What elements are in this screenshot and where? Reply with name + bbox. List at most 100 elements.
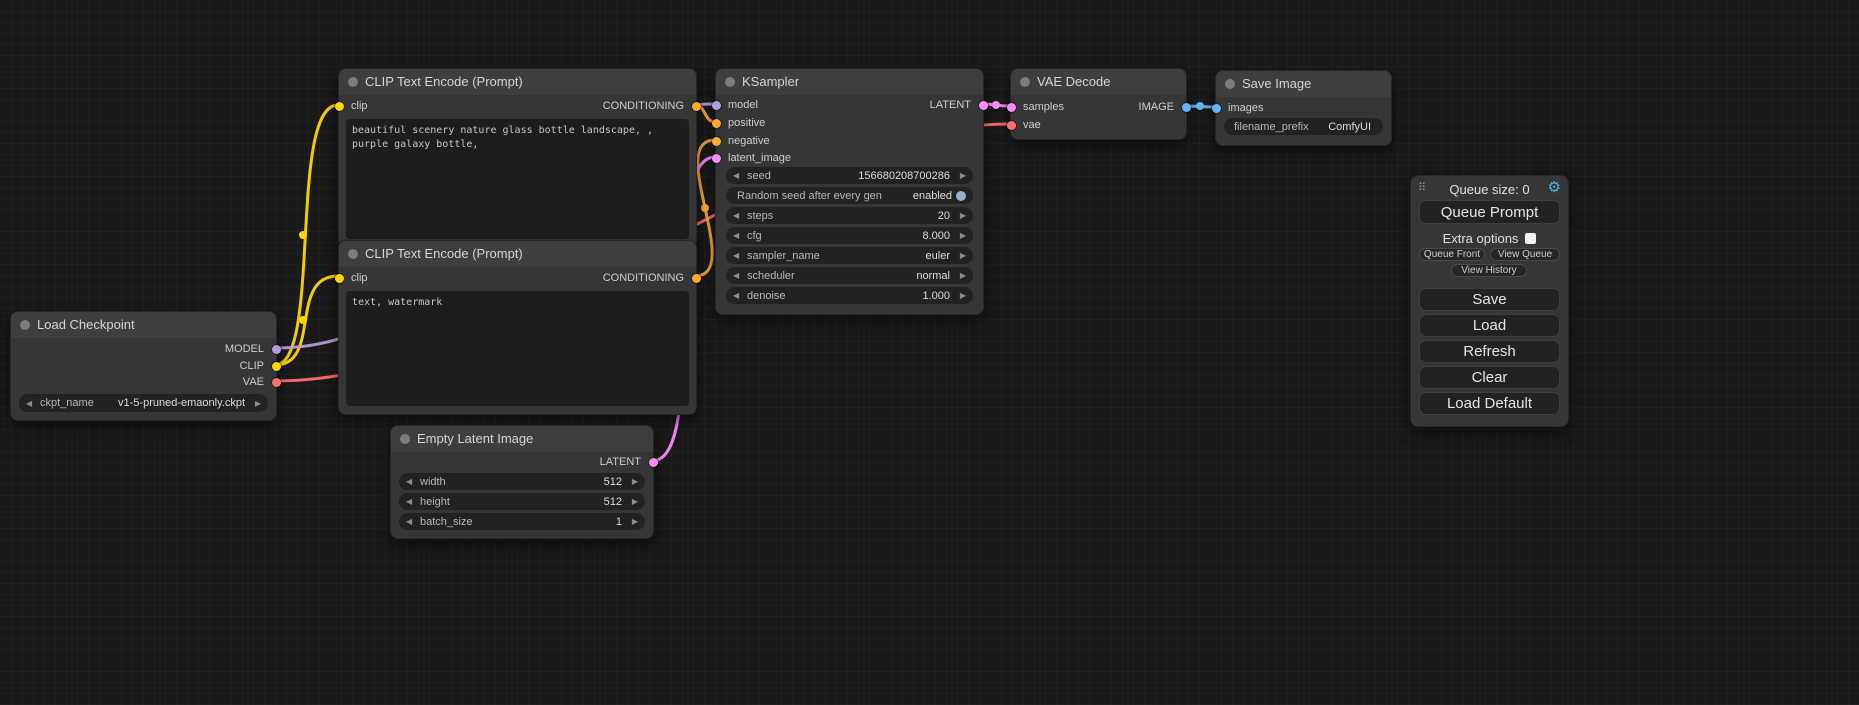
- node-load-checkpoint[interactable]: Load Checkpoint MODEL CLIP VAE ◀ ckpt_na…: [10, 311, 277, 421]
- decrement-arrow-icon[interactable]: ◀: [733, 227, 744, 244]
- decrement-arrow-icon[interactable]: ◀: [406, 473, 417, 490]
- widget-value: 8.000: [762, 230, 950, 242]
- input-slot-positive[interactable]: [712, 119, 721, 128]
- decrement-arrow-icon[interactable]: ◀: [406, 513, 417, 530]
- increment-arrow-icon[interactable]: ▶: [250, 395, 261, 412]
- node-clip-text-encode-positive[interactable]: CLIP Text Encode (Prompt) clip CONDITION…: [338, 68, 697, 248]
- increment-arrow-icon[interactable]: ▶: [955, 207, 966, 224]
- refresh-button[interactable]: Refresh: [1419, 340, 1560, 363]
- slot-row: images: [1216, 100, 1391, 116]
- increment-arrow-icon[interactable]: ▶: [955, 227, 966, 244]
- collapse-dot[interactable]: [725, 77, 735, 87]
- prompt-textarea[interactable]: text, watermark: [346, 291, 689, 406]
- node-title-bar[interactable]: VAE Decode: [1011, 69, 1186, 95]
- decrement-arrow-icon[interactable]: ◀: [733, 167, 744, 184]
- increment-arrow-icon[interactable]: ▶: [955, 287, 966, 304]
- output-slot-latent[interactable]: [979, 101, 988, 110]
- node-clip-text-encode-negative[interactable]: CLIP Text Encode (Prompt) clip CONDITION…: [338, 240, 697, 415]
- queue-prompt-button[interactable]: Queue Prompt: [1419, 200, 1560, 224]
- node-title-bar[interactable]: CLIP Text Encode (Prompt): [339, 69, 696, 95]
- increment-arrow-icon[interactable]: ▶: [627, 473, 638, 490]
- widget-name: ckpt_name: [40, 397, 94, 409]
- collapse-dot[interactable]: [400, 434, 410, 444]
- widget-random-seed-toggle[interactable]: Random seed after every gen enabled: [726, 187, 973, 204]
- prompt-textarea[interactable]: beautiful scenery nature glass bottle la…: [346, 119, 689, 239]
- node-empty-latent-image[interactable]: Empty Latent Image LATENT ◀ width 512 ▶ …: [390, 425, 654, 539]
- node-title-bar[interactable]: Save Image: [1216, 71, 1391, 97]
- slot-row: negative: [716, 133, 983, 149]
- input-slot-negative[interactable]: [712, 137, 721, 146]
- output-slot-conditioning[interactable]: [692, 102, 701, 111]
- output-slot-row: MODEL: [11, 341, 276, 357]
- load-button[interactable]: Load: [1419, 314, 1560, 337]
- node-title-bar[interactable]: Load Checkpoint: [11, 312, 276, 338]
- widget-filename-prefix[interactable]: filename_prefix ComfyUI: [1224, 118, 1383, 135]
- extra-options-checkbox[interactable]: [1525, 233, 1536, 244]
- decrement-arrow-icon[interactable]: ◀: [733, 267, 744, 284]
- wire-midpoint-dot: [701, 204, 709, 212]
- decrement-arrow-icon[interactable]: ◀: [733, 207, 744, 224]
- widget-name: steps: [747, 210, 773, 222]
- input-slot-clip[interactable]: [335, 274, 344, 283]
- settings-gear-icon[interactable]: ⚙: [1548, 179, 1561, 197]
- collapse-dot[interactable]: [348, 77, 358, 87]
- widget-value: 1: [473, 516, 622, 528]
- increment-arrow-icon[interactable]: ▶: [955, 267, 966, 284]
- widget-sampler-name[interactable]: ◀ sampler_name euler ▶: [726, 247, 973, 264]
- input-slot-model[interactable]: [712, 101, 721, 110]
- output-slot-conditioning[interactable]: [692, 274, 701, 283]
- output-label: CONDITIONING: [603, 269, 684, 287]
- input-label: latent_image: [728, 150, 791, 166]
- collapse-dot[interactable]: [1020, 77, 1030, 87]
- node-title: KSampler: [742, 74, 799, 89]
- input-slot-vae[interactable]: [1007, 121, 1016, 130]
- widget-seed[interactable]: ◀ seed 156680208700286 ▶: [726, 167, 973, 184]
- node-ksampler[interactable]: KSampler model LATENT positive negative …: [715, 68, 984, 315]
- input-slot-clip[interactable]: [335, 102, 344, 111]
- input-slot-latent-image[interactable]: [712, 154, 721, 163]
- node-vae-decode[interactable]: VAE Decode samples IMAGE vae: [1010, 68, 1187, 140]
- widget-batch-size[interactable]: ◀ batch_size 1 ▶: [399, 513, 645, 530]
- widget-name: width: [420, 476, 446, 488]
- widget-steps[interactable]: ◀ steps 20 ▶: [726, 207, 973, 224]
- increment-arrow-icon[interactable]: ▶: [627, 513, 638, 530]
- output-slot-model[interactable]: [272, 345, 281, 354]
- node-title-bar[interactable]: CLIP Text Encode (Prompt): [339, 241, 696, 267]
- node-title: VAE Decode: [1037, 74, 1110, 89]
- input-slot-samples[interactable]: [1007, 103, 1016, 112]
- output-slot-clip[interactable]: [272, 362, 281, 371]
- increment-arrow-icon[interactable]: ▶: [627, 493, 638, 510]
- input-slot-images[interactable]: [1212, 104, 1221, 113]
- increment-arrow-icon[interactable]: ▶: [955, 167, 966, 184]
- output-label: LATENT: [930, 97, 971, 113]
- node-title-bar[interactable]: KSampler: [716, 69, 983, 95]
- output-slot-image[interactable]: [1182, 103, 1191, 112]
- increment-arrow-icon[interactable]: ▶: [955, 247, 966, 264]
- collapse-dot[interactable]: [348, 249, 358, 259]
- clear-button[interactable]: Clear: [1419, 366, 1560, 389]
- node-title-bar[interactable]: Empty Latent Image: [391, 426, 653, 452]
- toggle-knob[interactable]: [956, 191, 966, 201]
- node-save-image[interactable]: Save Image images filename_prefix ComfyU…: [1215, 70, 1392, 146]
- decrement-arrow-icon[interactable]: ◀: [733, 247, 744, 264]
- widget-cfg[interactable]: ◀ cfg 8.000 ▶: [726, 227, 973, 244]
- widget-width[interactable]: ◀ width 512 ▶: [399, 473, 645, 490]
- output-slot-latent[interactable]: [649, 458, 658, 467]
- decrement-arrow-icon[interactable]: ◀: [406, 493, 417, 510]
- widget-scheduler[interactable]: ◀ scheduler normal ▶: [726, 267, 973, 284]
- node-canvas[interactable]: Load Checkpoint MODEL CLIP VAE ◀ ckpt_na…: [0, 0, 1859, 705]
- view-history-button[interactable]: View History: [1451, 264, 1527, 277]
- load-default-button[interactable]: Load Default: [1419, 392, 1560, 415]
- collapse-dot[interactable]: [20, 320, 30, 330]
- decrement-arrow-icon[interactable]: ◀: [733, 287, 744, 304]
- collapse-dot[interactable]: [1225, 79, 1235, 89]
- slot-row: clip CONDITIONING: [339, 97, 696, 115]
- widget-height[interactable]: ◀ height 512 ▶: [399, 493, 645, 510]
- save-button[interactable]: Save: [1419, 288, 1560, 311]
- decrement-arrow-icon[interactable]: ◀: [26, 395, 37, 412]
- queue-front-button[interactable]: Queue Front: [1419, 248, 1485, 261]
- view-queue-button[interactable]: View Queue: [1490, 248, 1560, 261]
- output-slot-vae[interactable]: [272, 378, 281, 387]
- widget-denoise[interactable]: ◀ denoise 1.000 ▶: [726, 287, 973, 304]
- widget-ckpt-name[interactable]: ◀ ckpt_name v1-5-pruned-emaonly.ckpt ▶: [19, 394, 268, 412]
